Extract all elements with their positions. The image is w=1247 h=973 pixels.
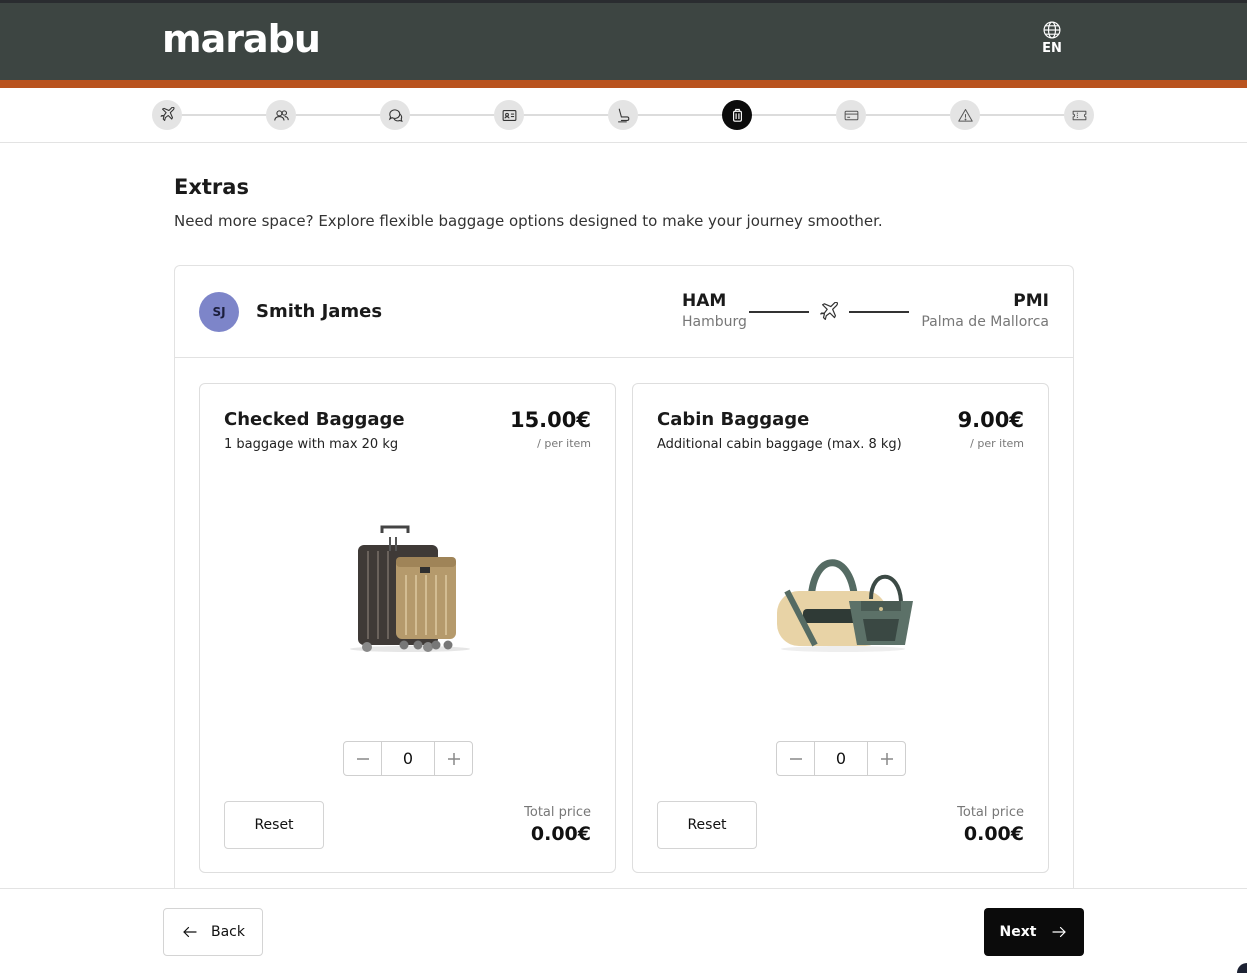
ticket-icon	[1072, 110, 1086, 120]
origin-city: Hamburg	[682, 314, 747, 330]
reset-button[interactable]: Reset	[657, 801, 757, 849]
card-description: Additional cabin baggage (max. 8 kg)	[657, 437, 902, 452]
booking-progress-stepper	[0, 88, 1247, 143]
quantity-value[interactable]: 0	[814, 742, 868, 775]
route-line-right	[849, 311, 909, 313]
step-notice[interactable]	[950, 100, 980, 130]
step-confirmation[interactable]	[1064, 100, 1094, 130]
minus-icon	[356, 757, 369, 760]
destination-city: Palma de Mallorca	[921, 314, 1049, 330]
luggage-icon	[732, 108, 742, 122]
quantity-stepper: 0	[343, 741, 473, 776]
arrow-left-icon	[183, 926, 197, 938]
chat-icon	[388, 108, 403, 122]
passenger-extras-panel: SJ Smith James HAM Hamburg PMI Palma de …	[174, 265, 1074, 905]
decrease-button[interactable]	[777, 742, 814, 775]
language-label: EN	[1042, 41, 1062, 56]
card-title: Cabin Baggage	[657, 409, 810, 430]
price-unit-label: / per item	[537, 437, 591, 450]
total-price-value: 0.00€	[530, 823, 591, 845]
route-destination: PMI Palma de Mallorca	[921, 291, 1049, 330]
increase-button[interactable]	[435, 742, 472, 775]
passengers-icon	[273, 109, 289, 121]
seat-icon	[617, 108, 629, 122]
marabu-logo[interactable]: marabu	[162, 19, 321, 59]
next-button[interactable]: Next	[984, 908, 1084, 956]
quantity-value[interactable]: 0	[381, 742, 435, 775]
unit-price: 15.00€	[509, 408, 591, 432]
decrease-button[interactable]	[344, 742, 381, 775]
step-documents[interactable]	[494, 100, 524, 130]
step-extras[interactable]	[722, 100, 752, 130]
route-line-left	[749, 311, 809, 313]
language-selector[interactable]: EN	[1032, 20, 1072, 56]
globe-icon	[1043, 21, 1061, 39]
passenger-route-header: SJ Smith James HAM Hamburg PMI Palma de …	[175, 266, 1073, 358]
checked-baggage-card: Checked Baggage 1 baggage with max 20 kg…	[199, 383, 616, 873]
total-price-label: Total price	[524, 805, 591, 820]
price-unit-label: / per item	[970, 437, 1024, 450]
step-contact[interactable]	[380, 100, 410, 130]
airplane-icon	[820, 302, 839, 321]
navigation-footer: Back Next	[0, 888, 1247, 973]
minus-icon	[789, 757, 802, 760]
flight-icon	[160, 106, 175, 121]
increase-button[interactable]	[868, 742, 905, 775]
step-flight[interactable]	[152, 100, 182, 130]
avatar: SJ	[199, 292, 239, 332]
step-passengers[interactable]	[266, 100, 296, 130]
passenger-name: Smith James	[256, 301, 383, 322]
back-button[interactable]: Back	[163, 908, 263, 956]
origin-code: HAM	[682, 291, 727, 311]
total-price-value: 0.00€	[963, 823, 1024, 845]
reset-button[interactable]: Reset	[224, 801, 324, 849]
id-card-icon	[502, 109, 516, 121]
page-subtitle: Need more space? Explore flexible baggag…	[174, 212, 883, 230]
quantity-stepper: 0	[776, 741, 906, 776]
suitcases-image	[350, 525, 470, 652]
payment-card-icon	[844, 110, 858, 120]
card-title: Checked Baggage	[224, 409, 405, 430]
route-origin: HAM Hamburg	[682, 291, 747, 330]
warning-icon	[957, 108, 973, 122]
cabin-baggage-card: Cabin Baggage Additional cabin baggage (…	[632, 383, 1049, 873]
duffel-bag-image	[777, 559, 913, 652]
total-price-label: Total price	[957, 805, 1024, 820]
site-header: marabu EN	[0, 3, 1247, 80]
step-payment[interactable]	[836, 100, 866, 130]
plus-icon	[447, 752, 460, 765]
step-seats[interactable]	[608, 100, 638, 130]
arrow-right-icon	[1052, 926, 1067, 938]
back-label: Back	[211, 924, 245, 940]
page-title: Extras	[174, 175, 249, 199]
header-accent-bar	[0, 80, 1247, 88]
card-description: 1 baggage with max 20 kg	[224, 437, 399, 452]
unit-price: 9.00€	[957, 408, 1024, 432]
plus-icon	[880, 752, 893, 765]
destination-code: PMI	[1013, 291, 1049, 311]
next-label: Next	[999, 924, 1037, 940]
